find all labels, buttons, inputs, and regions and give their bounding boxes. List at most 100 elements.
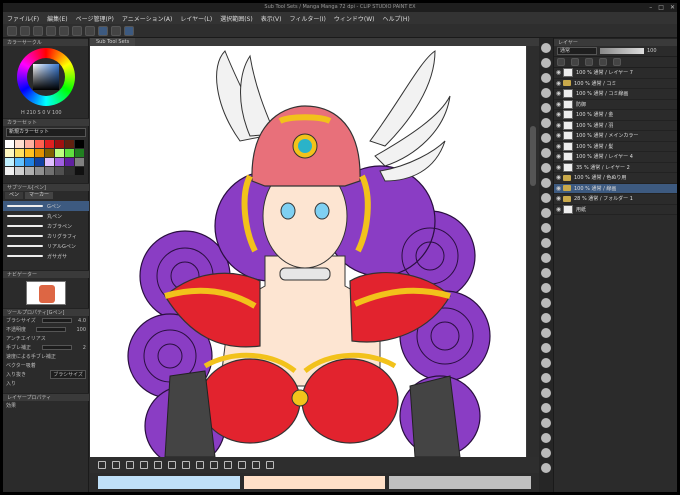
maximize-button[interactable]: □ (658, 3, 664, 12)
undo-icon[interactable] (46, 25, 56, 36)
visibility-eye-icon[interactable]: ◉ (554, 122, 563, 129)
palette-swatch[interactable] (35, 158, 44, 166)
brush-size-preset[interactable] (541, 343, 551, 353)
lasso-tool-icon[interactable] (154, 461, 162, 469)
palette-swatch[interactable] (55, 167, 64, 175)
palette-swatch[interactable] (75, 140, 84, 148)
visibility-eye-icon[interactable]: ◉ (554, 195, 563, 202)
open-file-icon[interactable] (20, 25, 30, 36)
layer-row[interactable]: ◉ 35 % 通常 / レイヤー 2 (554, 162, 677, 173)
new-file-icon[interactable] (7, 25, 17, 36)
menu-page[interactable]: ページ管理(P) (76, 14, 114, 23)
menu-selection[interactable]: 選択範囲(S) (220, 14, 253, 23)
brush-size-preset[interactable] (541, 418, 551, 428)
eyedropper-tool-icon[interactable] (182, 461, 190, 469)
minimize-button[interactable]: – (649, 3, 652, 12)
prop-speed-stabilization[interactable]: 速度による手ブレ補正 (3, 352, 89, 361)
text-tool-icon[interactable] (196, 461, 204, 469)
menu-filter[interactable]: フィルター(I) (290, 14, 326, 23)
visibility-eye-icon[interactable]: ◉ (554, 143, 563, 150)
eraser-tool-icon[interactable] (112, 461, 120, 469)
saturation-value-square[interactable] (33, 64, 59, 90)
brush-item[interactable]: カブラペン (3, 221, 89, 231)
taper-select[interactable]: ブラシサイズ (50, 370, 86, 379)
palette-swatch[interactable] (5, 158, 14, 166)
layer-row[interactable]: ◉ 100 % 通常 / 線画 (554, 183, 677, 194)
sub-color-swatch[interactable] (243, 476, 386, 489)
menu-layer[interactable]: レイヤー(L) (180, 14, 212, 23)
palette-swatch[interactable] (35, 149, 44, 157)
brush-size-preset[interactable] (541, 463, 551, 473)
zoom-tool-icon[interactable] (266, 461, 274, 469)
brush-size-preset[interactable] (541, 328, 551, 338)
brush-size-preset[interactable] (541, 163, 551, 173)
brush-size-preset[interactable] (541, 448, 551, 458)
visibility-eye-icon[interactable]: ◉ (554, 111, 563, 118)
palette-swatch[interactable] (45, 149, 54, 157)
palette-select[interactable]: 新規カラーセット (6, 128, 86, 137)
navigator-preview[interactable] (26, 281, 66, 305)
layer-row[interactable]: ◉ 28 % 通常 / フォルダー 1 (554, 194, 677, 205)
brush-size-preset[interactable] (541, 133, 551, 143)
delete-layer-icon[interactable] (613, 58, 621, 66)
brush-size-preset[interactable] (541, 433, 551, 443)
brush-size-preset[interactable] (541, 373, 551, 383)
prop-stabilization[interactable]: 手ブレ補正 2 (3, 343, 89, 352)
palette-swatch[interactable] (55, 158, 64, 166)
brush-item[interactable]: ガサガサ (3, 251, 89, 261)
snap-grid-icon[interactable] (111, 25, 121, 36)
canvas-vertical-scrollbar[interactable] (527, 46, 539, 457)
prop-taper[interactable]: 入り抜き ブラシサイズ (3, 370, 89, 379)
visibility-eye-icon[interactable]: ◉ (554, 164, 563, 171)
shape-tool-icon[interactable] (238, 461, 246, 469)
hand-tool-icon[interactable] (252, 461, 260, 469)
transparent-color-swatch[interactable] (389, 476, 532, 489)
brush-size-preset[interactable] (541, 148, 551, 158)
color-wheel[interactable] (17, 48, 75, 106)
palette-swatch[interactable] (25, 149, 34, 157)
transform-icon[interactable] (85, 25, 95, 36)
palette-swatch[interactable] (15, 158, 24, 166)
palette-swatch[interactable] (65, 158, 74, 166)
scrollbar-thumb[interactable] (530, 126, 536, 186)
layer-row[interactable]: ◉ 100 % 通常 / 羽 (554, 120, 677, 131)
tab-marker[interactable]: マーカー (25, 192, 54, 199)
layer-row[interactable]: ◉ 100 % 通常 / レイヤー 7 (554, 68, 677, 79)
menu-edit[interactable]: 編集(E) (47, 14, 67, 23)
snap-ruler-icon[interactable] (98, 25, 108, 36)
drawing-canvas[interactable] (90, 46, 526, 457)
layer-row[interactable]: ◉ 100 % 通常 / 金 (554, 110, 677, 121)
pen-tool-icon[interactable] (98, 461, 106, 469)
palette-swatch[interactable] (65, 167, 74, 175)
clear-icon[interactable] (72, 25, 82, 36)
brush-size-preset[interactable] (541, 208, 551, 218)
palette-swatch[interactable] (35, 167, 44, 175)
ruler-tool-icon[interactable] (224, 461, 232, 469)
layer-row[interactable]: ◉ 100 % 通常 / レイヤー 4 (554, 152, 677, 163)
visibility-eye-icon[interactable]: ◉ (554, 153, 563, 160)
palette-swatch[interactable] (45, 140, 54, 148)
palette-swatch[interactable] (5, 140, 14, 148)
brush-item[interactable]: カリグラフィ (3, 231, 89, 241)
snap-special-ruler-icon[interactable] (124, 25, 134, 36)
brush-size-preset[interactable] (541, 88, 551, 98)
stabilization-slider[interactable] (41, 345, 72, 350)
palette-swatch[interactable] (45, 167, 54, 175)
visibility-eye-icon[interactable]: ◉ (554, 90, 563, 97)
palette-swatch[interactable] (15, 140, 24, 148)
palette-swatch[interactable] (15, 149, 24, 157)
blend-mode-select[interactable]: 通常 (557, 47, 597, 55)
layer-opacity-slider[interactable] (600, 48, 644, 54)
brush-item[interactable]: 丸ペン (3, 211, 89, 221)
visibility-eye-icon[interactable]: ◉ (554, 80, 563, 87)
brush-size-preset[interactable] (541, 313, 551, 323)
brush-size-preset[interactable] (541, 73, 551, 83)
visibility-eye-icon[interactable]: ◉ (554, 185, 563, 192)
canvas-tab[interactable]: Sub Tool Sets (90, 38, 136, 46)
palette-swatch[interactable] (75, 167, 84, 175)
palette-swatch[interactable] (25, 167, 34, 175)
visibility-eye-icon[interactable]: ◉ (554, 174, 563, 181)
palette-swatch[interactable] (5, 167, 14, 175)
palette-swatch[interactable] (15, 167, 24, 175)
brush-item[interactable]: リアルGペン (3, 241, 89, 251)
